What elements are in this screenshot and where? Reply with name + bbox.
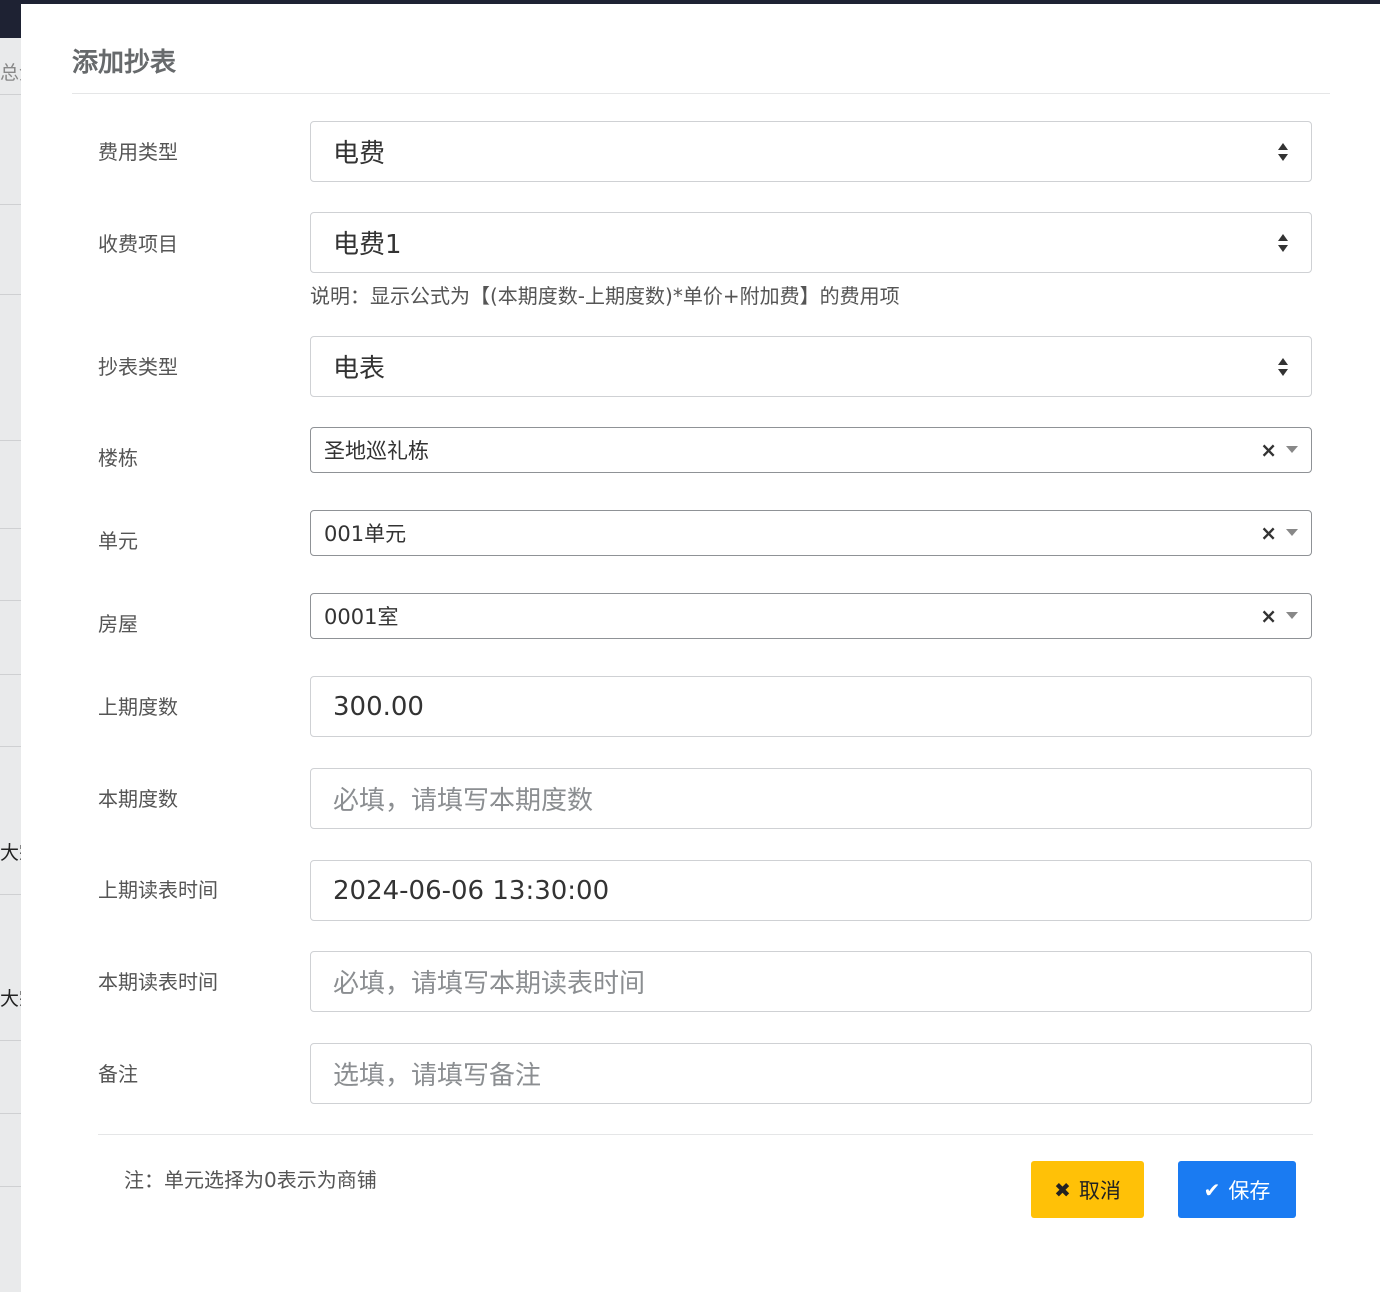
- building-label: 楼栋: [98, 446, 138, 470]
- prev-time-input[interactable]: 2024-06-06 13:30:00: [310, 860, 1312, 921]
- curr-reading-placeholder: 必填，请填写本期度数: [333, 786, 594, 816]
- check-icon: ✔: [1203, 1177, 1221, 1202]
- room-select[interactable]: 0001室 ×: [310, 593, 1312, 639]
- background-fragment: 总金: [0, 62, 22, 84]
- select-arrows-icon: [1278, 357, 1288, 376]
- unit-value: 001单元: [324, 522, 407, 546]
- prev-time-label: 上期读表时间: [98, 878, 218, 902]
- fee-type-value: 电费: [333, 139, 386, 169]
- curr-time-placeholder: 必填，请填写本期读表时间: [333, 969, 646, 999]
- add-meter-reading-dialog: 添加抄表 费用类型 电费 收费项目 电费1 说明：显示公式为【(本期度数-上期度…: [21, 4, 1380, 1292]
- charge-item-select[interactable]: 电费1: [310, 212, 1312, 273]
- charge-item-hint: 说明：显示公式为【(本期度数-上期度数)*单价+附加费】的费用项: [310, 284, 900, 308]
- background-fragment: 大宗: [0, 988, 22, 1010]
- unit-select[interactable]: 001单元 ×: [310, 510, 1312, 556]
- clear-icon[interactable]: ×: [1260, 521, 1277, 545]
- clear-icon[interactable]: ×: [1260, 604, 1277, 628]
- clear-icon[interactable]: ×: [1260, 438, 1277, 462]
- curr-time-input[interactable]: 必填，请填写本期读表时间: [310, 951, 1312, 1012]
- charge-item-value: 电费1: [333, 230, 402, 260]
- room-label: 房屋: [98, 612, 138, 636]
- save-button-label: 保存: [1228, 1178, 1271, 1203]
- select-arrows-icon: [1278, 142, 1288, 161]
- dropdown-arrow-icon[interactable]: [1286, 446, 1298, 453]
- meter-type-label: 抄表类型: [98, 355, 178, 379]
- remark-input[interactable]: 选填，请填写备注: [310, 1043, 1312, 1104]
- meter-type-select[interactable]: 电表: [310, 336, 1312, 397]
- prev-time-value: 2024-06-06 13:30:00: [333, 875, 610, 906]
- prev-reading-value: 300.00: [333, 691, 424, 722]
- building-value: 圣地巡礼栋: [324, 439, 429, 463]
- unit-label: 单元: [98, 529, 138, 553]
- curr-reading-label: 本期度数: [98, 787, 178, 811]
- footer-divider: [98, 1134, 1313, 1135]
- dropdown-arrow-icon[interactable]: [1286, 529, 1298, 536]
- select-arrows-icon: [1278, 233, 1288, 252]
- fee-type-label: 费用类型: [98, 140, 178, 164]
- prev-reading-label: 上期度数: [98, 695, 178, 719]
- charge-item-label: 收费项目: [98, 232, 178, 256]
- background-page: 总金 大宗 大宗: [0, 38, 22, 1292]
- cancel-button[interactable]: ✖ 取消: [1031, 1161, 1144, 1218]
- remark-placeholder: 选填，请填写备注: [333, 1061, 542, 1091]
- close-icon: ✖: [1054, 1177, 1071, 1202]
- prev-reading-input[interactable]: 300.00: [310, 676, 1312, 737]
- save-button[interactable]: ✔ 保存: [1178, 1161, 1296, 1218]
- room-value: 0001室: [324, 605, 399, 629]
- meter-type-value: 电表: [333, 354, 386, 384]
- fee-type-select[interactable]: 电费: [310, 121, 1312, 182]
- dialog-title: 添加抄表: [72, 48, 177, 78]
- curr-time-label: 本期读表时间: [98, 970, 218, 994]
- dropdown-arrow-icon[interactable]: [1286, 612, 1298, 619]
- cancel-button-label: 取消: [1078, 1178, 1121, 1203]
- title-divider: [72, 93, 1330, 94]
- remark-label: 备注: [98, 1062, 138, 1086]
- building-select[interactable]: 圣地巡礼栋 ×: [310, 427, 1312, 473]
- curr-reading-input[interactable]: 必填，请填写本期度数: [310, 768, 1312, 829]
- footer-note: 注：单元选择为0表示为商铺: [124, 1168, 377, 1192]
- background-fragment: 大宗: [0, 842, 22, 864]
